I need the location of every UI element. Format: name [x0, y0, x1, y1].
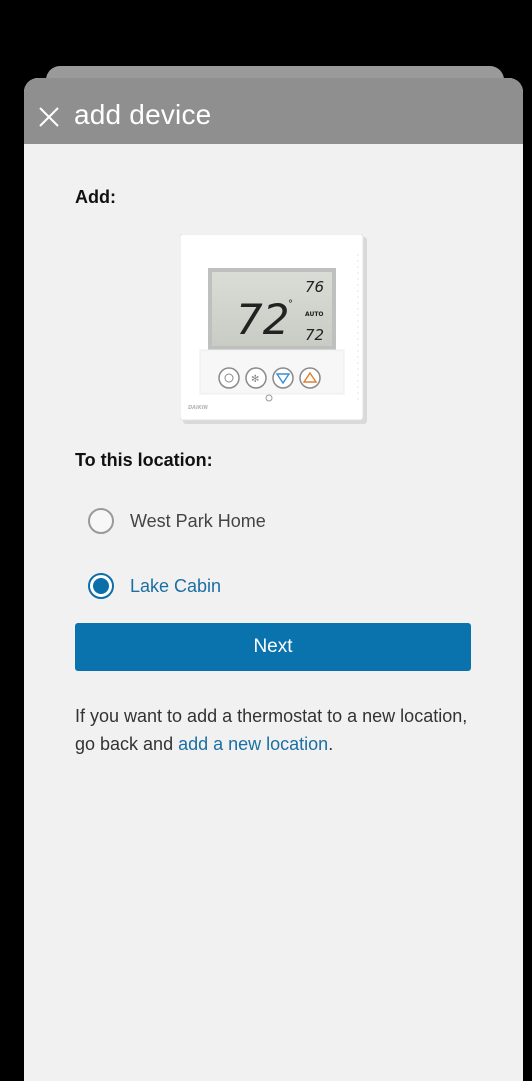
screen: add device Add: 72 ° 76 AUTO 72 ✻ DAIKIN…: [0, 0, 532, 1081]
add-device-sheet: add device Add: 72 ° 76 AUTO 72 ✻ DAIKIN…: [24, 78, 523, 1081]
svg-text:°: °: [288, 299, 293, 310]
lcd-mode: AUTO: [305, 311, 324, 318]
next-button[interactable]: Next: [75, 623, 471, 671]
radio-unselected[interactable]: [88, 508, 114, 534]
lcd-heat-setpoint: 76: [305, 278, 324, 296]
location-option-lake-cabin[interactable]: Lake Cabin: [88, 573, 221, 599]
lcd-current-temp: 72: [236, 295, 289, 344]
sheet-header: add device: [24, 78, 523, 144]
close-icon: [39, 107, 59, 127]
info-text: If you want to add a thermostat to a new…: [75, 702, 475, 758]
location-label: To this location:: [75, 450, 213, 470]
location-option-label: Lake Cabin: [130, 575, 222, 596]
close-button[interactable]: [36, 104, 62, 130]
brand-label: DAIKIN: [188, 405, 209, 411]
lcd-cool-setpoint: 72: [305, 326, 324, 344]
location-option-west-park-home[interactable]: West Park Home: [88, 508, 266, 534]
add-label: Add:: [75, 187, 116, 207]
radio-selected[interactable]: [88, 573, 114, 599]
svg-text:✻: ✻: [251, 374, 259, 385]
thermostat-image: 72 ° 76 AUTO 72 ✻ DAIKIN: [179, 233, 367, 424]
location-option-label: West Park Home: [130, 510, 266, 531]
page-title: add device: [74, 99, 212, 130]
info-text-after: .: [328, 734, 334, 754]
add-new-location-link[interactable]: add a new location: [178, 734, 328, 754]
